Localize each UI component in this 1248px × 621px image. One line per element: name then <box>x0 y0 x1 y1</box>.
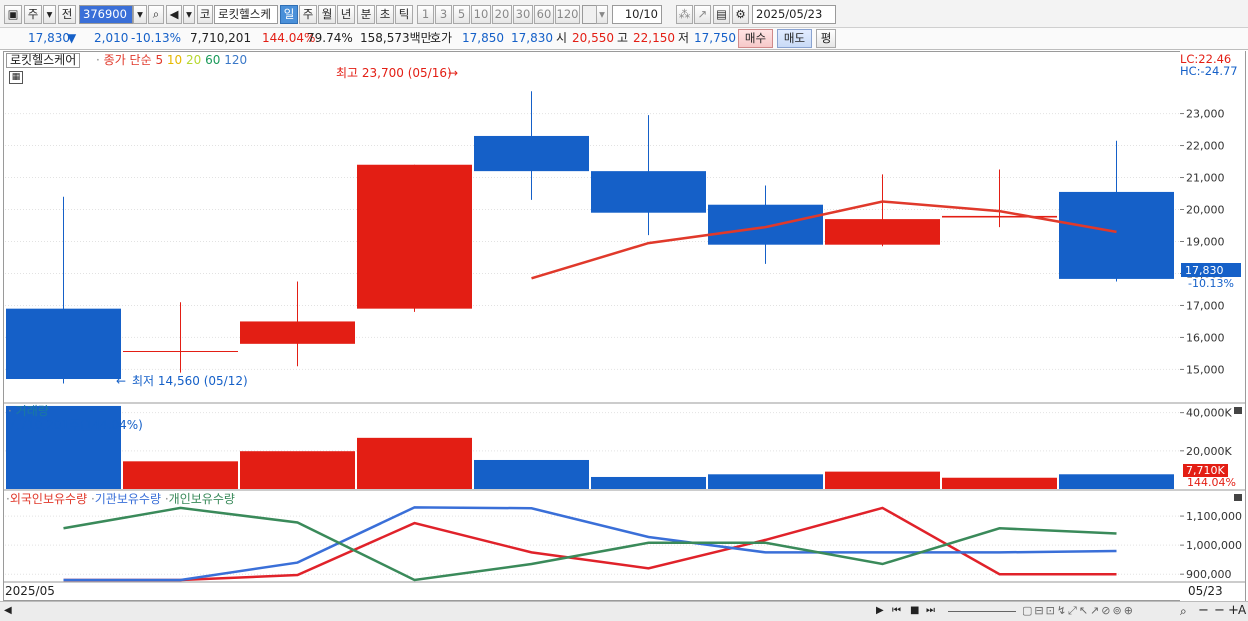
zoom-minus-icon[interactable]: − <box>1214 603 1225 618</box>
drawing-tools-icon[interactable]: ▢⊟⊡↯⤢↖↗⊘⊚⊕ <box>1022 604 1135 618</box>
ma-legend-60: 60 <box>205 53 225 67</box>
candle-body <box>591 171 706 213</box>
candle-body <box>357 164 472 309</box>
holding-tick-label: 1,000,000 <box>1186 539 1242 552</box>
hc-label: HC:-24.77 <box>1180 64 1238 78</box>
volume-bar <box>942 477 1057 489</box>
scroll-left-icon[interactable]: ◀ <box>4 605 12 616</box>
price-tick-label: 23,000 <box>1186 108 1225 121</box>
holding-line-0 <box>63 506 1117 582</box>
ma-legend-20: 20 <box>186 53 206 67</box>
volume-bar <box>1059 474 1174 489</box>
volume-series <box>6 405 1174 489</box>
candle-body <box>6 308 121 380</box>
scroll-right-icon[interactable]: ▶ <box>876 605 884 616</box>
zoom-out-icon[interactable]: ⌕ <box>1180 604 1187 619</box>
text-size-icon[interactable]: A <box>1238 603 1246 617</box>
minus-icon[interactable]: − <box>1198 603 1209 618</box>
rewind-icon[interactable]: ⏮ <box>892 605 901 616</box>
volume-bar <box>123 461 238 489</box>
chart-scrollbar[interactable]: ◀ ▶ ⏮ ■ ⏭ ▢⊟⊡↯⤢↖↗⊘⊚⊕ ⌕ − − + A <box>0 601 1248 621</box>
volume-bar <box>240 451 355 489</box>
ma-legend-5: 5 <box>155 53 167 67</box>
high-arrow-icon: → <box>448 66 458 80</box>
stop-icon[interactable]: ■ <box>910 605 919 616</box>
candle-body <box>1059 191 1174 279</box>
zoom-slider[interactable] <box>948 611 1016 612</box>
holding-panel-close-icon[interactable] <box>1234 494 1242 501</box>
current-price-tag-text: 17,830 <box>1185 264 1224 277</box>
stock-name-tag: 로킷헬스케어 <box>6 53 81 68</box>
price-tick-label: 15,000 <box>1186 363 1225 376</box>
holding-legend: ·외국인보유수량 ·기관보유수량 ·개인보유수량 <box>6 492 235 506</box>
legend-individual: 개인보유수량 <box>168 492 235 506</box>
legend-foreign: 외국인보유수량 <box>9 492 88 506</box>
price-tick-label: 22,000 <box>1186 140 1225 153</box>
candle-body <box>825 219 940 245</box>
ma-legend-120: 120 <box>224 53 248 67</box>
date-axis-start: 2025/05 <box>5 584 55 598</box>
legend-bullet: · <box>96 53 100 67</box>
price-tick-label: 17,000 <box>1186 299 1225 312</box>
ma5-line <box>531 200 1117 280</box>
ma-legend-10: 10 <box>166 53 187 67</box>
price-tick-label: 19,000 <box>1186 235 1225 248</box>
volume-info: 7,710,201주(144.04%) <box>8 418 143 432</box>
holding-tick-label: 900,000 <box>1186 568 1232 581</box>
volume-last-pct: 144.04% <box>1187 476 1236 489</box>
price-tick-label: 16,000 <box>1186 331 1225 344</box>
volume-tick-label: 20,000K <box>1186 445 1232 458</box>
price-tick-label: 20,000 <box>1186 204 1225 217</box>
volume-bar <box>708 474 823 489</box>
table-view-icon[interactable]: ▦ <box>9 71 23 84</box>
candle-body <box>474 135 589 172</box>
volume-legend: · 거래량 <box>8 404 49 418</box>
volume-legend-bullet: · <box>8 404 12 418</box>
volume-bar <box>357 437 472 489</box>
legend-institution: 기관보유수량 <box>94 492 162 506</box>
ma-legend: · 종가 단순 5 10 20 60 120 <box>96 53 247 68</box>
current-pct-tag: -10.13% <box>1188 277 1234 290</box>
chart-svg: 15,00016,00017,00018,00019,00020,00021,0… <box>3 52 1246 583</box>
volume-bar <box>591 476 706 489</box>
ma5-series <box>531 200 1117 280</box>
holding-tick-label: 1,100,000 <box>1186 510 1242 523</box>
volume-tick-label: 40,000K <box>1186 407 1232 420</box>
candle-body <box>708 204 823 245</box>
volume-bar <box>474 459 589 489</box>
volume-panel-close-icon[interactable] <box>1234 407 1242 414</box>
low-annotation: 최저 14,560 (05/12) <box>132 374 248 388</box>
holding-line-2 <box>63 506 1117 582</box>
high-annotation: 최고 23,700 (05/16) <box>336 66 452 80</box>
axis-ticks: 15,00016,00017,00018,00019,00020,00021,0… <box>1180 108 1242 581</box>
date-axis-end: 05/23 <box>1188 584 1223 598</box>
ma-legend-prefix: 종가 단순 <box>103 53 152 67</box>
low-arrow-icon: ← <box>116 374 126 388</box>
candle-body <box>240 321 355 344</box>
volume-bar <box>825 471 940 489</box>
candlestick-series <box>6 91 1174 384</box>
forward-icon[interactable]: ⏭ <box>926 605 935 616</box>
holding-line-1 <box>63 506 1117 582</box>
ma-legend-items: 5 10 20 60 120 <box>155 53 247 67</box>
volume-title: 거래량 <box>15 404 49 418</box>
holding-series <box>63 506 1117 582</box>
price-tick-label: 21,000 <box>1186 172 1225 185</box>
